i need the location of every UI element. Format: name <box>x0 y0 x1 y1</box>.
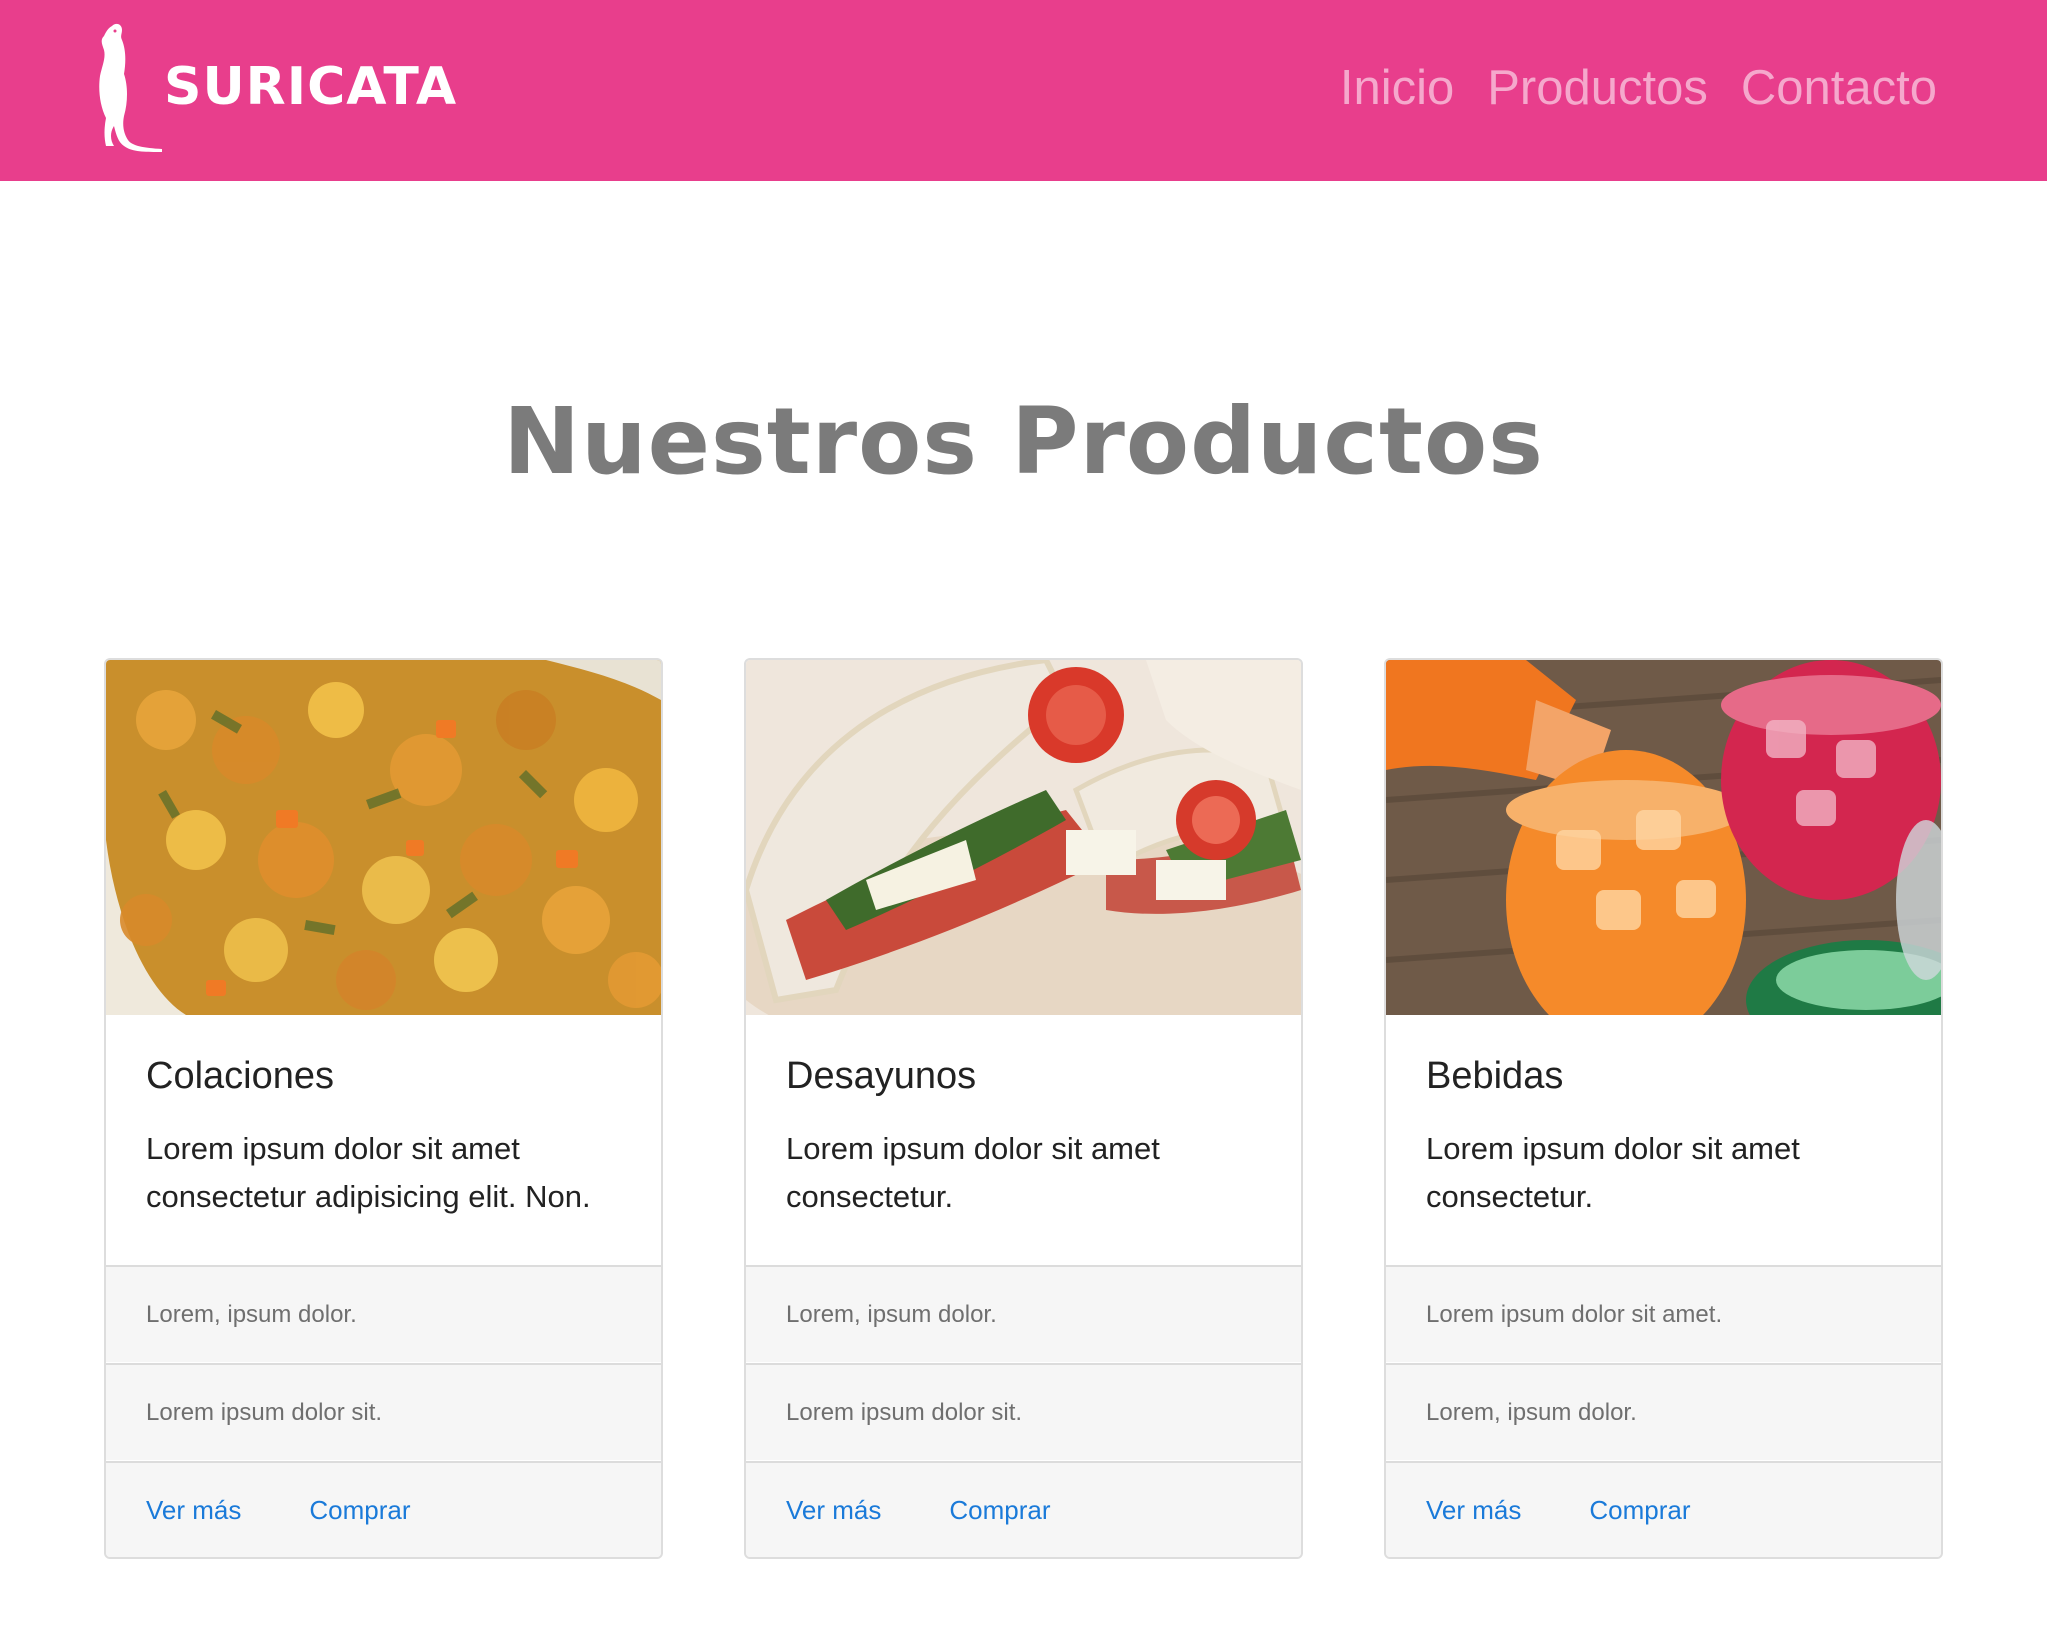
navbar: SURICATA Inicio Productos Contacto <box>0 0 2047 181</box>
food-image-colaciones <box>106 660 661 1015</box>
ver-mas-link[interactable]: Ver más <box>1426 1495 1521 1526</box>
list-item: Lorem ipsum dolor sit. <box>106 1363 661 1460</box>
brand-logo-link[interactable]: SURICATA <box>92 22 458 161</box>
ver-mas-link[interactable]: Ver más <box>146 1495 241 1526</box>
ver-mas-link[interactable]: Ver más <box>786 1495 881 1526</box>
card-text: Lorem ipsum dolor sit amet consectetur a… <box>146 1131 591 1214</box>
product-card-bebidas: Bebidas Lorem ipsum dolor sit amet conse… <box>1384 658 1943 1559</box>
food-image-bebidas <box>1386 660 1941 1015</box>
card-footer: Ver más Comprar <box>746 1461 1301 1557</box>
comprar-link[interactable]: Comprar <box>949 1495 1050 1526</box>
list-item: Lorem, ipsum dolor. <box>1386 1363 1941 1460</box>
card-text: Lorem ipsum dolor sit amet consectetur. <box>1426 1131 1800 1214</box>
product-card-colaciones: Colaciones Lorem ipsum dolor sit amet co… <box>104 658 663 1559</box>
food-image-desayunos <box>746 660 1301 1015</box>
page-title: Nuestros Productos <box>503 388 1544 495</box>
nav-link-inicio[interactable]: Inicio <box>1340 52 1454 124</box>
nav-link-contacto[interactable]: Contacto <box>1741 52 1937 124</box>
list-item: Lorem, ipsum dolor. <box>106 1265 661 1362</box>
list-item: Lorem ipsum dolor sit amet. <box>1386 1265 1941 1362</box>
card-text: Lorem ipsum dolor sit amet consectetur. <box>786 1131 1160 1214</box>
card-footer: Ver más Comprar <box>1386 1461 1941 1557</box>
meerkat-icon <box>92 22 164 161</box>
card-title: Colaciones <box>146 1055 334 1097</box>
nav-link-productos[interactable]: Productos <box>1487 52 1708 124</box>
product-card-desayunos: Desayunos Lorem ipsum dolor sit amet con… <box>744 658 1303 1559</box>
comprar-link[interactable]: Comprar <box>1589 1495 1690 1526</box>
list-item: Lorem ipsum dolor sit. <box>746 1363 1301 1460</box>
card-title: Desayunos <box>786 1055 977 1097</box>
brand-name: SURICATA <box>164 57 458 117</box>
nav-links: Inicio Productos Contacto <box>1340 52 1937 124</box>
comprar-link[interactable]: Comprar <box>309 1495 410 1526</box>
card-footer: Ver más Comprar <box>106 1461 661 1557</box>
card-title: Bebidas <box>1426 1055 1564 1097</box>
list-item: Lorem, ipsum dolor. <box>746 1265 1301 1362</box>
